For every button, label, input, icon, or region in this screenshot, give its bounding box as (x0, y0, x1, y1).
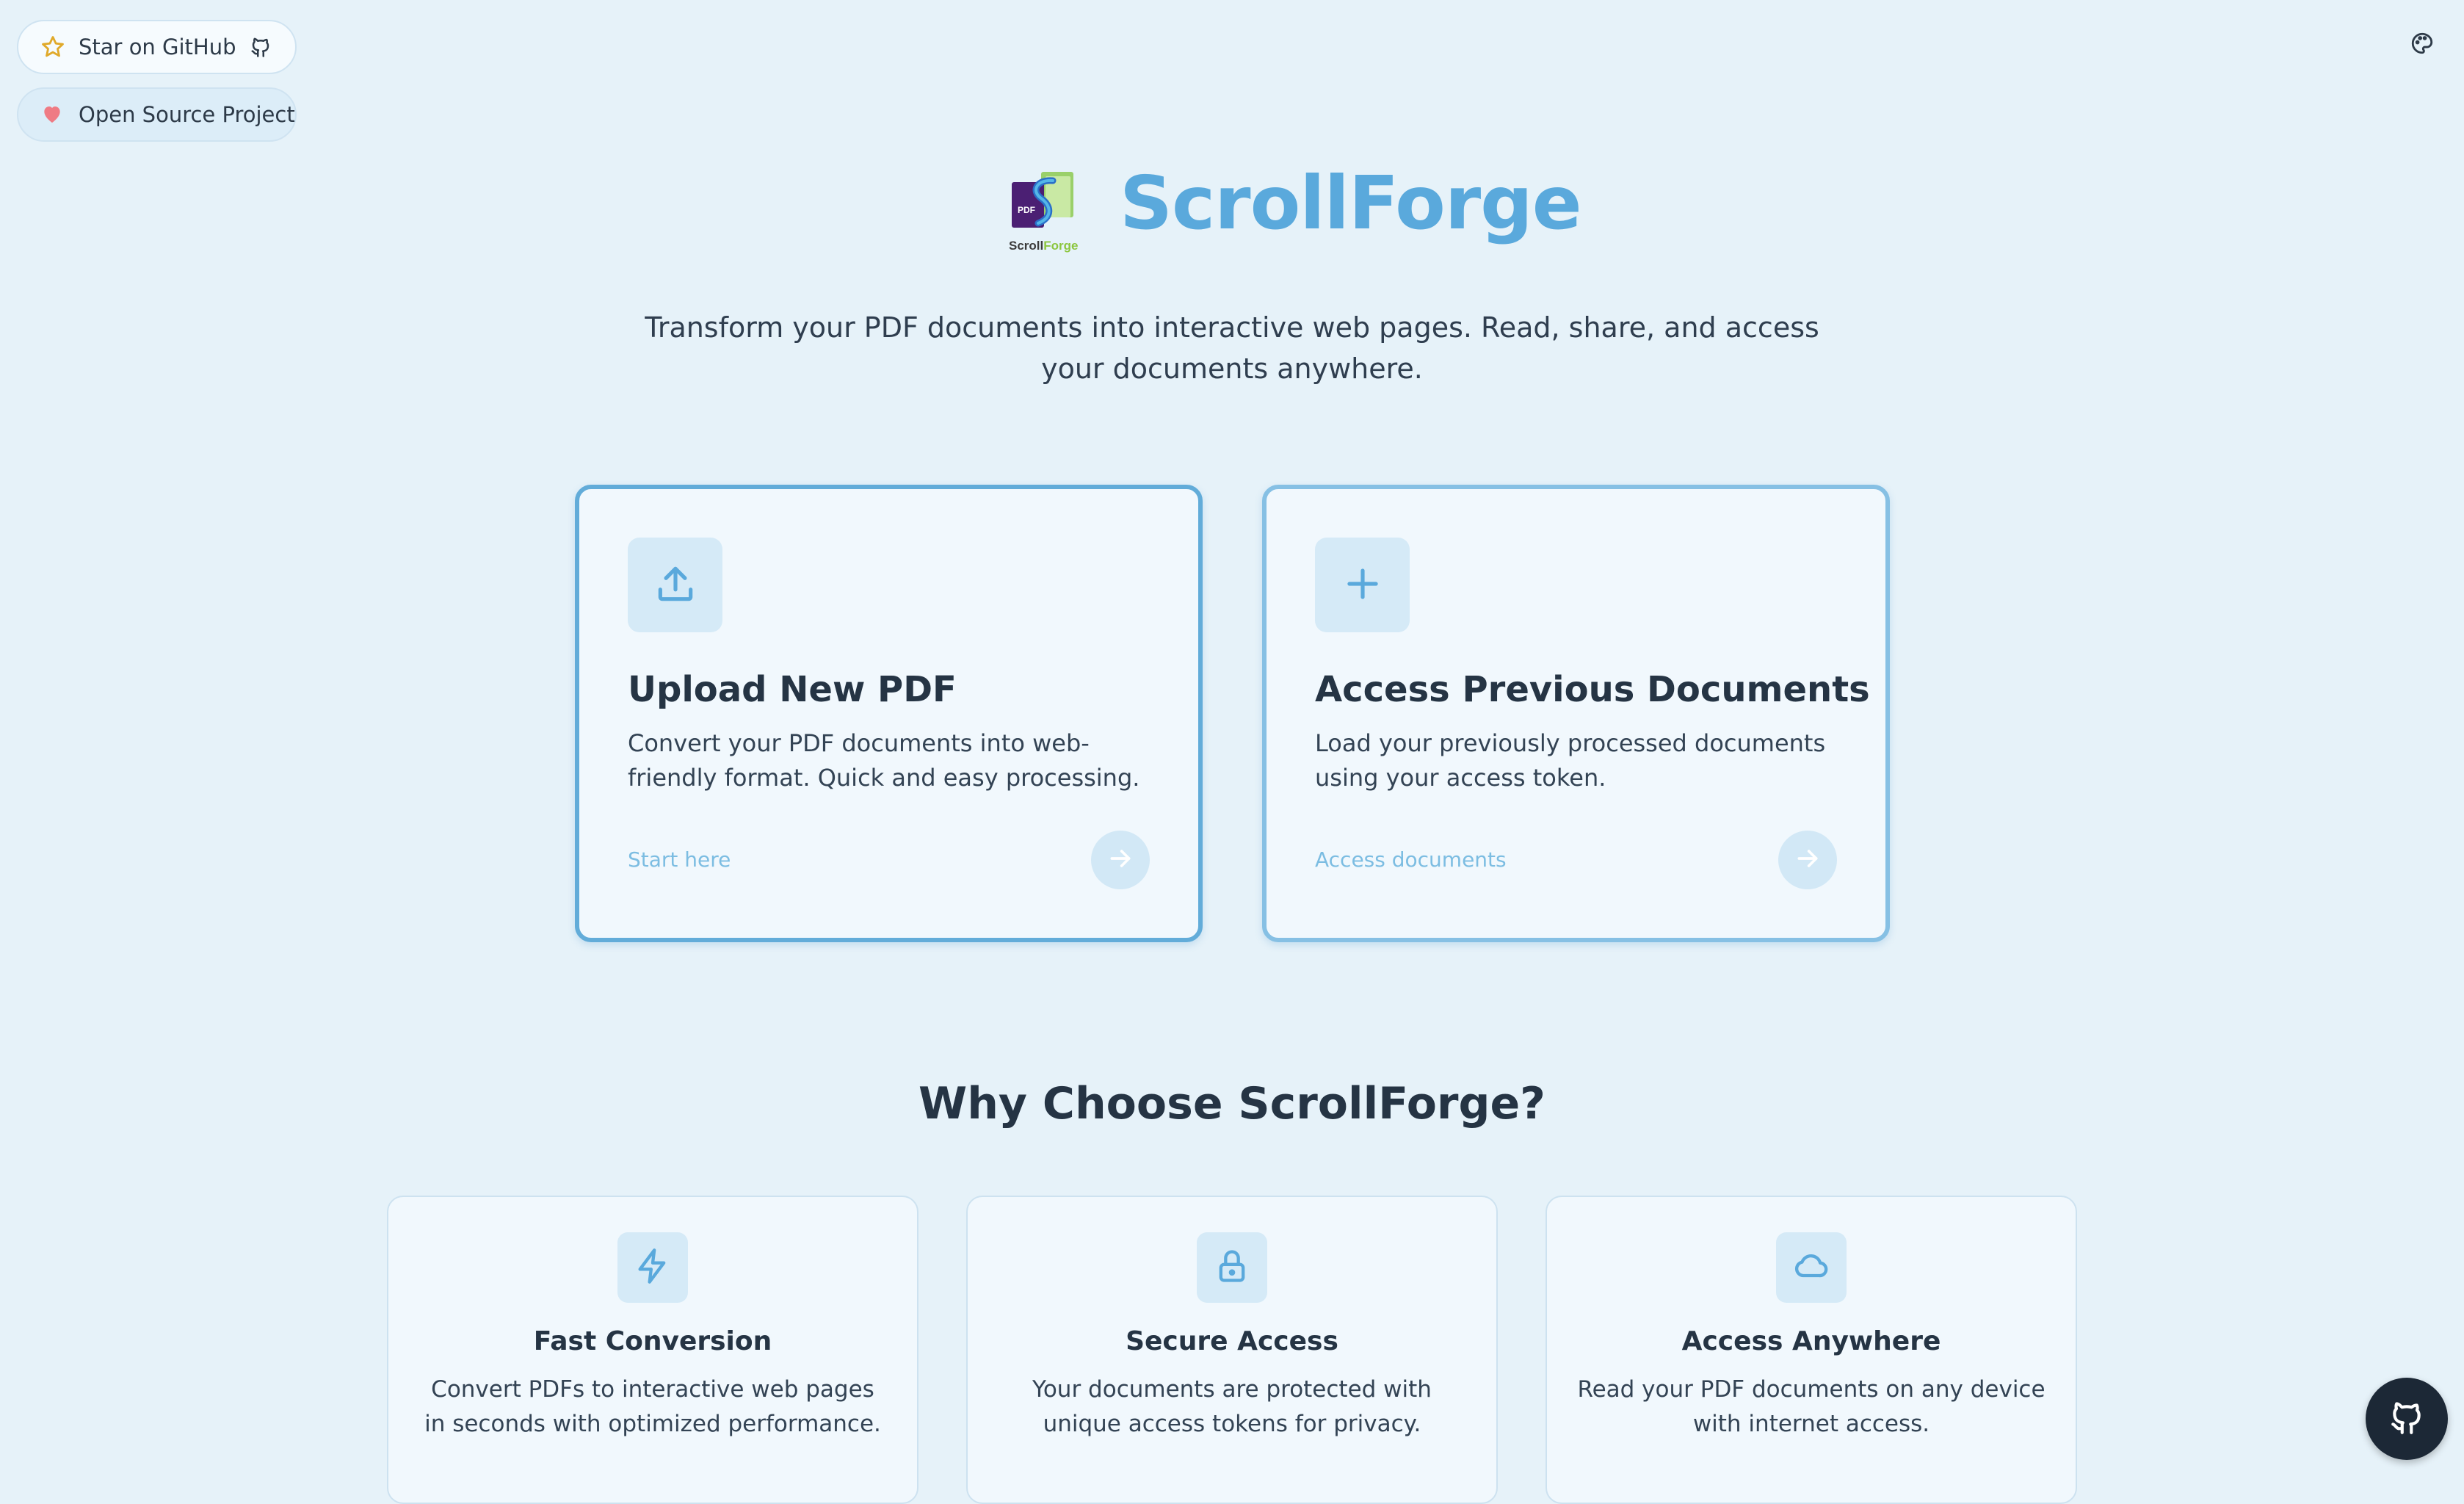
open-source-project-label: Open Source Project (79, 102, 295, 127)
feature-card-secure-access: Secure Access Your documents are protect… (966, 1196, 1498, 1504)
github-icon (250, 36, 272, 58)
access-documents-link[interactable]: Access documents (1315, 847, 1507, 872)
feature-card-access-anywhere: Access Anywhere Read your PDF documents … (1546, 1196, 2077, 1504)
hero-subtitle: Transform your PDF documents into intera… (645, 311, 1819, 385)
feature-title: Access Anywhere (1681, 1326, 1941, 1356)
logo-word-scroll: Scroll (1009, 239, 1043, 253)
lock-icon (1213, 1247, 1251, 1288)
open-source-project-badge[interactable]: Open Source Project (17, 87, 297, 142)
scrollforge-logo: PDF ScrollForge (1007, 166, 1085, 256)
access-previous-documents-card[interactable]: Access Previous Documents Load your prev… (1262, 485, 1890, 942)
feature-description: Read your PDF documents on any device wi… (1577, 1376, 2046, 1437)
github-icon (2388, 1399, 2425, 1439)
upload-icon (653, 561, 698, 610)
github-floating-button[interactable] (2366, 1378, 2448, 1460)
access-card-title: Access Previous Documents (1315, 669, 1870, 710)
upload-new-pdf-card[interactable]: Upload New PDF Convert your PDF document… (575, 485, 1203, 942)
cloud-icon (1792, 1247, 1830, 1288)
feature-description: Convert PDFs to interactive web pages in… (424, 1376, 881, 1437)
lightning-icon-box (617, 1232, 688, 1303)
why-section-title: Why Choose ScrollForge? (918, 1078, 1546, 1129)
feature-card-fast-conversion: Fast Conversion Convert PDFs to interact… (387, 1196, 918, 1504)
upload-arrow-button[interactable] (1091, 831, 1150, 889)
theme-palette-button[interactable] (2408, 31, 2436, 59)
arrow-right-icon (1793, 844, 1822, 876)
logo-word-forge: Forge (1043, 239, 1078, 253)
cloud-icon-box (1776, 1232, 1847, 1303)
svg-text:ScrollForge: ScrollForge (1009, 239, 1078, 253)
upload-card-title: Upload New PDF (628, 669, 957, 710)
access-arrow-button[interactable] (1778, 831, 1837, 889)
upload-card-description: Convert your PDF documents into web-frie… (628, 729, 1140, 792)
start-here-link[interactable]: Start here (628, 847, 731, 872)
feature-title: Secure Access (1126, 1326, 1338, 1356)
heart-icon (40, 102, 65, 127)
upload-icon-box (628, 538, 722, 632)
star-on-github-label: Star on GitHub (79, 35, 236, 59)
lock-icon-box (1197, 1232, 1267, 1303)
star-on-github-button[interactable]: Star on GitHub (17, 20, 297, 74)
palette-icon (2410, 31, 2435, 59)
feature-description: Your documents are protected with unique… (1032, 1376, 1432, 1437)
plus-icon (1340, 561, 1385, 610)
logo-pdf-badge: PDF (1018, 205, 1035, 215)
feature-title: Fast Conversion (533, 1326, 772, 1356)
star-icon (40, 35, 65, 59)
access-card-description: Load your previously processed documents… (1315, 729, 1826, 792)
plus-icon-box (1315, 538, 1410, 632)
lightning-icon (634, 1247, 672, 1288)
page-title: ScrollForge (1120, 160, 1582, 246)
arrow-right-icon (1106, 844, 1135, 876)
